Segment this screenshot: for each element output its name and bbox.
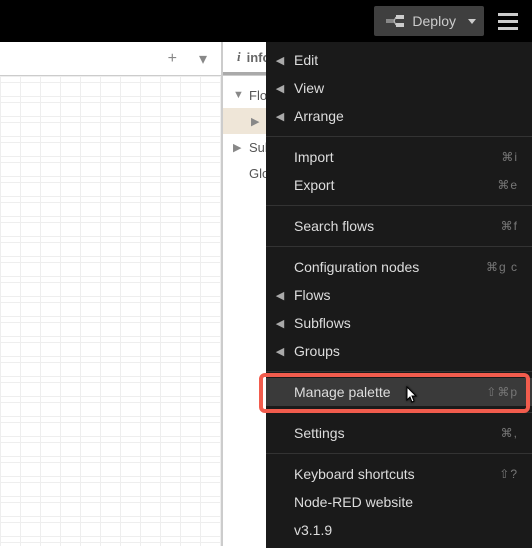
menu-shortcut: ⌘i — [501, 150, 518, 164]
canvas-grid[interactable] — [0, 76, 221, 546]
menu-separator — [266, 453, 532, 454]
menu-shortcut: ⇧? — [499, 467, 518, 481]
menu-separator — [266, 136, 532, 137]
chevron-left-icon: ◀ — [272, 110, 288, 123]
menu-edit[interactable]: ◀ Edit — [266, 46, 532, 74]
menu-groups[interactable]: ◀ Groups — [266, 337, 532, 365]
menu-arrange[interactable]: ◀ Arrange — [266, 102, 532, 130]
chevron-left-icon: ◀ — [272, 82, 288, 95]
menu-label: Subflows — [288, 315, 518, 331]
menu-label: Edit — [288, 52, 518, 68]
add-tab-button[interactable]: + — [162, 48, 183, 70]
menu-separator — [266, 205, 532, 206]
canvas-tabbar: + ▾ — [0, 42, 221, 76]
menu-label: Search flows — [288, 218, 501, 234]
menu-flows[interactable]: ◀ Flows — [266, 281, 532, 309]
info-icon: i — [237, 49, 241, 65]
chevron-right-icon: ▶ — [233, 141, 243, 154]
menu-view[interactable]: ◀ View — [266, 74, 532, 102]
menu-separator — [266, 246, 532, 247]
menu-label: Settings — [288, 425, 501, 441]
menu-settings[interactable]: Settings ⌘, — [266, 419, 532, 447]
menu-separator — [266, 412, 532, 413]
deploy-button[interactable]: Deploy — [374, 6, 484, 36]
menu-config-nodes[interactable]: Configuration nodes ⌘g c — [266, 253, 532, 281]
hamburger-menu-button[interactable] — [494, 7, 522, 35]
chevron-left-icon: ◀ — [272, 54, 288, 67]
chevron-down-icon: ▼ — [233, 89, 243, 101]
menu-export[interactable]: Export ⌘e — [266, 171, 532, 199]
tab-menu-button[interactable]: ▾ — [193, 47, 213, 71]
menu-label: Node-RED website — [288, 494, 518, 510]
chevron-down-icon — [468, 19, 476, 24]
menu-import[interactable]: Import ⌘i — [266, 143, 532, 171]
chevron-left-icon: ◀ — [272, 289, 288, 302]
menu-shortcut: ⌘f — [501, 219, 518, 233]
menu-label: View — [288, 80, 518, 96]
menu-shortcut: ⌘e — [497, 178, 518, 192]
menu-search-flows[interactable]: Search flows ⌘f — [266, 212, 532, 240]
menu-label: Flows — [288, 287, 518, 303]
menu-manage-palette[interactable]: Manage palette ⇧⌘p — [266, 378, 532, 406]
topbar: Deploy — [0, 0, 532, 42]
main-menu: ◀ Edit ◀ View ◀ Arrange Import ⌘i Export… — [266, 42, 532, 548]
menu-label: Export — [288, 177, 497, 193]
menu-keyboard-shortcuts[interactable]: Keyboard shortcuts ⇧? — [266, 460, 532, 488]
flow-canvas[interactable]: + ▾ — [0, 42, 222, 546]
menu-label: Import — [288, 149, 501, 165]
menu-version: v3.1.9 — [266, 516, 532, 544]
menu-label: v3.1.9 — [288, 522, 518, 538]
chevron-left-icon: ◀ — [272, 345, 288, 358]
menu-separator — [266, 371, 532, 372]
menu-shortcut: ⌘g c — [486, 260, 518, 274]
deploy-icon — [386, 14, 404, 28]
chevron-right-icon: ▶ — [251, 115, 261, 128]
menu-label: Configuration nodes — [288, 259, 486, 275]
menu-shortcut: ⌘, — [501, 426, 518, 440]
menu-label: Arrange — [288, 108, 518, 124]
menu-label: Groups — [288, 343, 518, 359]
menu-website[interactable]: Node-RED website — [266, 488, 532, 516]
menu-shortcut: ⇧⌘p — [486, 385, 518, 399]
menu-label: Manage palette — [288, 384, 486, 400]
menu-subflows[interactable]: ◀ Subflows — [266, 309, 532, 337]
deploy-label: Deploy — [412, 13, 456, 29]
chevron-left-icon: ◀ — [272, 317, 288, 330]
menu-label: Keyboard shortcuts — [288, 466, 499, 482]
